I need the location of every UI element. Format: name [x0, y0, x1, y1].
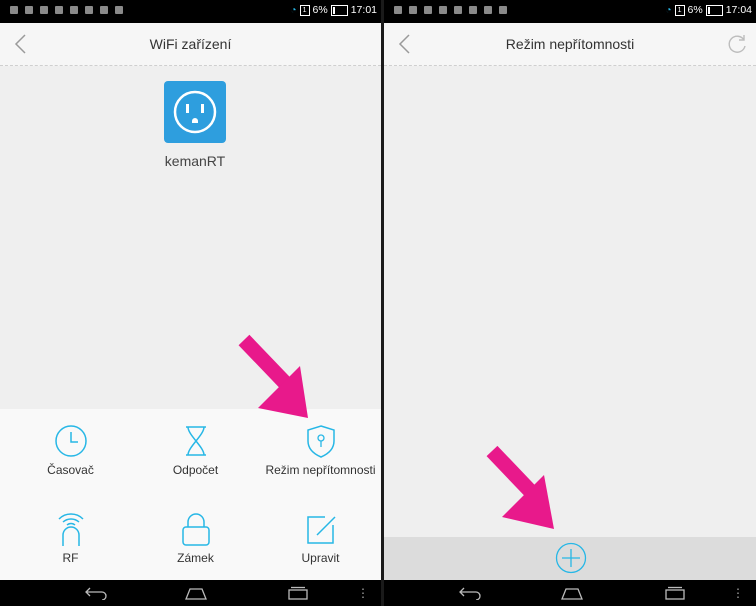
pink-arrow-annotation [486, 445, 554, 529]
countdown-button[interactable]: Odpočet [132, 423, 259, 477]
add-schedule-button[interactable] [555, 542, 587, 574]
edit-button[interactable]: Upravit [257, 511, 381, 565]
clock-time: 17:01 [350, 4, 377, 16]
lock-icon [181, 513, 210, 546]
notification-icons [10, 6, 123, 14]
lock-button[interactable]: Zámek [132, 511, 259, 565]
device-name[interactable]: kemanRT [130, 153, 260, 169]
lock-label: Zámek [177, 551, 214, 565]
pink-arrow-annotation [238, 334, 308, 418]
shield-icon [306, 425, 335, 458]
battery-percent: 6% [312, 4, 328, 16]
bottom-action-bar [384, 537, 756, 580]
rf-signal-icon [57, 513, 84, 546]
edit-icon [306, 516, 336, 544]
timer-label: Časovač [47, 463, 94, 477]
timer-button[interactable]: Časovač [7, 423, 134, 477]
edit-label: Upravit [301, 551, 340, 565]
wifi-icon: ◔ [290, 4, 297, 16]
battery-percent: 6% [687, 4, 703, 16]
nav-home-icon[interactable] [560, 586, 584, 600]
battery-icon [705, 4, 723, 16]
status-bar: ◔ 1 6% 17:04 [384, 0, 756, 23]
page-title: WiFi zařízení [149, 36, 232, 52]
nav-back-icon[interactable] [84, 586, 108, 600]
nav-recent-apps-icon[interactable] [664, 586, 686, 600]
refresh-icon[interactable] [726, 33, 748, 55]
nav-back-icon[interactable] [458, 586, 482, 600]
wifi-icon: ◔ [665, 4, 672, 16]
battery-icon [330, 4, 348, 16]
hourglass-icon [185, 426, 206, 456]
away-mode-label: Režim nepřítomnosti [265, 463, 376, 477]
feature-panel: Časovač Odpočet Režim nepřítomnosti RF Z… [0, 409, 381, 580]
rf-label: RF [62, 551, 79, 565]
away-mode-screen: ◔ 1 6% 17:04 Režim nepřítomnosti ⋮ [384, 0, 756, 606]
countdown-label: Odpočet [172, 463, 219, 477]
title-bar: WiFi zařízení [0, 23, 381, 66]
navigation-bar: ⋮ [384, 580, 756, 606]
clock-time: 17:04 [725, 4, 752, 16]
wifi-devices-screen: ◔ 1 6% 17:01 WiFi zařízení kemanRT Časov… [0, 0, 381, 606]
device-tile[interactable] [164, 81, 226, 143]
title-bar: Režim nepřítomnosti [384, 23, 756, 66]
page-title: Režim nepřítomnosti [505, 36, 635, 52]
sim-icon: 1 [674, 4, 685, 16]
notification-icons [394, 6, 507, 14]
sim-icon: 1 [299, 4, 310, 16]
nav-recent-apps-icon[interactable] [287, 586, 309, 600]
smart-plug-icon [173, 90, 217, 134]
status-bar: ◔ 1 6% 17:01 [0, 0, 381, 23]
clock-icon [54, 425, 87, 457]
away-mode-button[interactable]: Režim nepřítomnosti [257, 423, 381, 477]
rf-button[interactable]: RF [7, 507, 134, 565]
nav-menu-icon[interactable]: ⋮ [732, 586, 744, 600]
navigation-bar: ⋮ [0, 580, 381, 606]
nav-home-icon[interactable] [184, 586, 208, 600]
nav-menu-icon[interactable]: ⋮ [357, 586, 369, 600]
